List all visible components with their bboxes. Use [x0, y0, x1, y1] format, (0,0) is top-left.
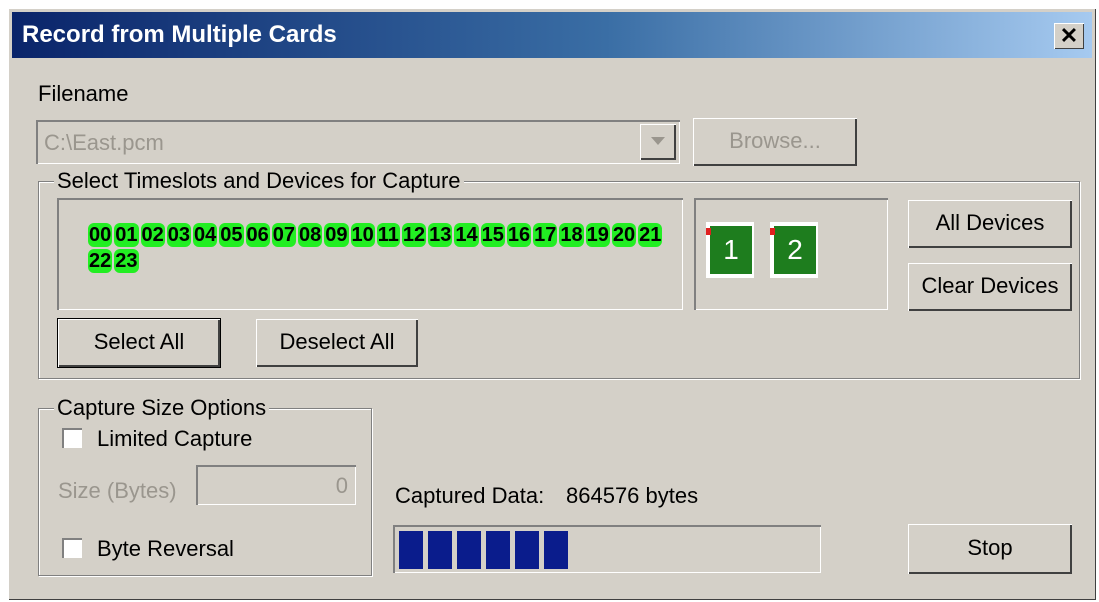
capture-size-group-title: Capture Size Options [54, 395, 270, 421]
progress-block [399, 531, 423, 569]
timeslot-20[interactable]: 20 [611, 223, 637, 247]
timeslots-group-title: Select Timeslots and Devices for Capture [54, 168, 464, 194]
clear-devices-label: Clear Devices [921, 273, 1059, 298]
led-indicator [770, 228, 775, 235]
title-bar[interactable]: Record from Multiple Cards ✕ [12, 12, 1092, 58]
all-devices-button[interactable]: All Devices [908, 200, 1072, 248]
device-card-number: 1 [723, 234, 739, 265]
device-card-1[interactable]: 1 [706, 222, 754, 278]
deselect-all-button[interactable]: Deselect All [256, 319, 418, 367]
progress-block [428, 531, 452, 569]
timeslot-21[interactable]: 21 [638, 223, 663, 247]
timeslot-06[interactable]: 06 [245, 223, 270, 247]
timeslot-00[interactable]: 00 [88, 223, 113, 247]
progress-block [544, 531, 568, 569]
device-card-2[interactable]: 2 [770, 222, 818, 278]
clear-devices-button[interactable]: Clear Devices [908, 263, 1072, 311]
timeslot-list: 00 01 02 03 04 05 06 07 08 09 10 11 12 13 14 15 16 17 18 19… [88, 223, 668, 273]
byte-reversal-label: Byte Reversal [97, 536, 234, 561]
select-all-label: Select All [93, 329, 185, 354]
timeslot-12[interactable]: 12 [401, 223, 427, 247]
size-bytes-label: Size (Bytes) [58, 478, 177, 503]
browse-button[interactable]: Browse... [693, 118, 857, 166]
device-card-number: 2 [787, 234, 803, 265]
stop-label: Stop [967, 535, 1013, 560]
byte-reversal-checkbox[interactable] [62, 538, 82, 558]
timeslot-16[interactable]: 16 [506, 223, 532, 247]
timeslot-19[interactable]: 19 [585, 223, 610, 247]
timeslot-08[interactable]: 08 [298, 223, 323, 247]
close-button[interactable]: ✕ [1054, 23, 1084, 49]
timeslot-07[interactable]: 07 [271, 223, 296, 247]
chevron-down-icon [651, 137, 665, 145]
timeslot-09[interactable]: 09 [324, 223, 349, 247]
timeslot-17[interactable]: 17 [533, 223, 558, 247]
card-icon: 1 [710, 226, 752, 274]
led-indicator [706, 228, 711, 235]
limited-capture-label: Limited Capture [97, 426, 253, 451]
timeslot-23[interactable]: 23 [114, 249, 139, 273]
timeslot-13[interactable]: 13 [428, 223, 453, 247]
timeslot-01[interactable]: 01 [114, 223, 139, 247]
select-all-button[interactable]: Select All [57, 318, 221, 368]
captured-data-label: Captured Data: [395, 483, 545, 508]
size-bytes-value: 0 [335, 473, 348, 498]
timeslot-11[interactable]: 11 [376, 223, 400, 247]
filename-value: C:\East.pcm [44, 130, 164, 155]
timeslot-18[interactable]: 18 [559, 223, 584, 247]
dialog-title: Record from Multiple Cards [22, 21, 337, 48]
stop-button[interactable]: Stop [908, 524, 1072, 574]
filename-label: Filename [38, 81, 129, 106]
progress-block [457, 531, 481, 569]
timeslot-03[interactable]: 03 [166, 223, 191, 247]
captured-data-value: 864576 bytes [566, 483, 699, 508]
progress-block [486, 531, 510, 569]
limited-capture-checkbox[interactable] [62, 428, 82, 448]
timeslot-22[interactable]: 22 [88, 249, 113, 273]
device-panel: 1 2 [694, 198, 888, 310]
timeslot-15[interactable]: 15 [480, 223, 505, 247]
deselect-all-label: Deselect All [279, 329, 395, 354]
filename-combobox[interactable]: C:\East.pcm [36, 120, 680, 164]
filename-dropdown-button[interactable] [640, 124, 676, 160]
card-icon: 2 [774, 226, 816, 274]
browse-label: Browse... [729, 128, 821, 153]
timeslot-10[interactable]: 10 [350, 223, 375, 247]
timeslot-02[interactable]: 02 [140, 223, 165, 247]
close-icon: ✕ [1059, 23, 1079, 48]
all-devices-label: All Devices [935, 210, 1045, 235]
timeslot-04[interactable]: 04 [193, 223, 218, 247]
timeslot-14[interactable]: 14 [454, 223, 479, 247]
size-bytes-input[interactable]: 0 [196, 465, 356, 505]
progress-block [515, 531, 539, 569]
timeslot-05[interactable]: 05 [219, 223, 244, 247]
